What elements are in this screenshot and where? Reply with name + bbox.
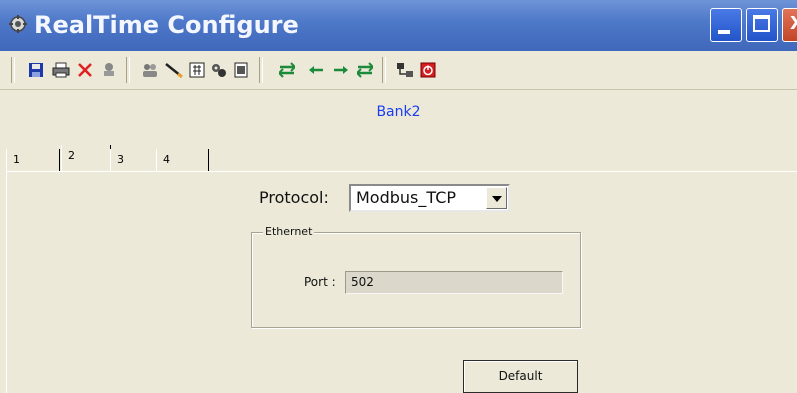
tab-3[interactable]: 3 (110, 149, 157, 171)
network-icon[interactable] (396, 61, 414, 79)
bank-title: Bank2 (376, 104, 421, 120)
toolbar-separator (382, 57, 386, 83)
port-input[interactable]: 502 (345, 271, 563, 294)
calculator-icon[interactable] (188, 61, 206, 79)
maximize-button[interactable] (746, 8, 778, 42)
red-power-icon[interactable] (419, 61, 437, 79)
tab-label: 2 (68, 149, 75, 162)
ethernet-group: Ethernet Port : 502 (251, 224, 581, 328)
green-double-arrow-icon[interactable] (356, 61, 374, 79)
title-bar[interactable]: RealTime Configure X (0, 0, 797, 51)
tab-label: 3 (117, 153, 124, 166)
default-button[interactable]: Default (463, 360, 578, 393)
minimize-icon (718, 30, 730, 34)
app-gear-icon (9, 15, 27, 33)
people-icon[interactable] (141, 61, 159, 79)
minimize-button[interactable] (710, 8, 742, 42)
close-button[interactable]: X (782, 8, 797, 42)
gears-icon[interactable] (210, 61, 228, 79)
chevron-down-icon (492, 196, 502, 202)
tab-2[interactable]: 2 (61, 145, 111, 172)
protocol-dropdown-button[interactable] (486, 187, 507, 209)
document-icon[interactable] (232, 61, 250, 79)
realtime-configure-window: RealTime Configure X Bank2 1 2 3 4 Proto… (0, 0, 797, 393)
stamp-icon[interactable] (100, 61, 118, 79)
tab-page-border (6, 171, 7, 393)
pencil-icon[interactable] (165, 61, 183, 79)
protocol-select[interactable]: Modbus_TCP (349, 184, 510, 212)
maximize-icon (753, 15, 770, 32)
close-icon: X (790, 13, 797, 34)
tab-4[interactable]: 4 (156, 149, 209, 171)
tab-strip: 1 2 3 4 (6, 145, 797, 173)
tab-label: 1 (13, 153, 20, 166)
port-label: Port : (304, 275, 336, 289)
window-title: RealTime Configure (34, 11, 299, 39)
tab-label: 4 (163, 153, 170, 166)
green-double-arrow-icon[interactable] (278, 61, 296, 79)
toolbar-separator (259, 57, 263, 83)
red-x-icon[interactable] (76, 61, 94, 79)
green-left-arrow-icon[interactable] (307, 61, 325, 79)
floppy-disk-icon[interactable] (27, 61, 45, 79)
green-right-arrow-icon[interactable] (332, 61, 350, 79)
ethernet-group-title: Ethernet (263, 224, 315, 240)
tab-divider-line (6, 171, 797, 172)
toolbar-separator (126, 57, 130, 83)
toolbar (0, 51, 797, 90)
printer-icon[interactable] (52, 61, 70, 79)
toolbar-grip[interactable] (11, 57, 15, 83)
tab-1[interactable]: 1 (6, 149, 60, 171)
protocol-selected-value: Modbus_TCP (356, 188, 457, 207)
protocol-label: Protocol: (259, 188, 329, 207)
